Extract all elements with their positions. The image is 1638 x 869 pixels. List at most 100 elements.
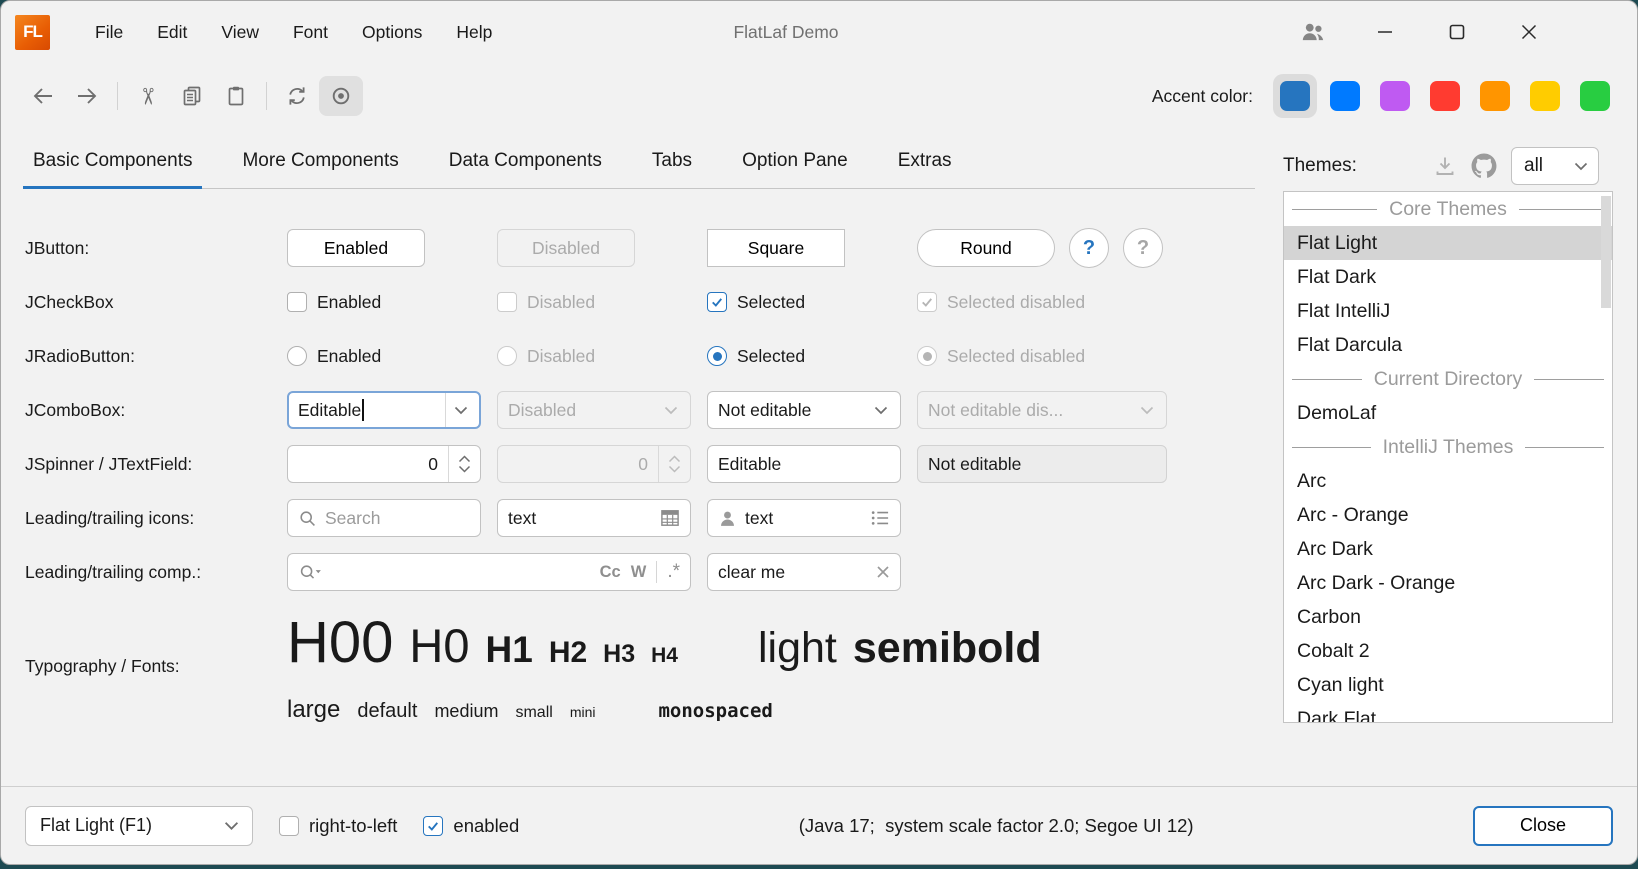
theme-item-flat-light[interactable]: Flat Light — [1284, 226, 1612, 260]
combobox-arrow-button[interactable] — [1568, 162, 1594, 171]
menu-item-edit[interactable]: Edit — [140, 1, 204, 63]
separator-line — [1525, 447, 1604, 448]
theme-item-dark-flat[interactable]: Dark Flat — [1284, 702, 1612, 723]
combobox-not-editable[interactable]: Not editable — [707, 391, 901, 429]
theme-item-arc-dark-orange[interactable]: Arc Dark - Orange — [1284, 566, 1612, 600]
radio-selected-disabled: Selected disabled — [917, 346, 1167, 367]
text-field-value: text — [745, 508, 773, 529]
maximize-button[interactable] — [1421, 1, 1493, 63]
github-icon[interactable] — [1471, 153, 1497, 179]
checkbox-icon — [287, 292, 307, 312]
accent-swatch-purple[interactable] — [1373, 74, 1417, 118]
tab-option-pane[interactable]: Option Pane — [734, 150, 856, 188]
theme-item-arc-orange[interactable]: Arc - Orange — [1284, 498, 1612, 532]
tab-basic-components[interactable]: Basic Components — [25, 150, 200, 188]
accent-swatch-blue[interactable] — [1323, 74, 1367, 118]
text-field-with-table-icon[interactable]: text — [497, 499, 691, 537]
copy-button[interactable] — [170, 76, 214, 116]
toolbar: ✂ — [1, 63, 1637, 129]
search-field-with-options[interactable]: Cc W .* — [287, 553, 691, 591]
match-case-button[interactable]: Cc — [600, 563, 621, 582]
tab-more-components[interactable]: More Components — [234, 150, 406, 188]
jcheckbox-row: JCheckBox Enabled Disabled Selected — [25, 275, 1255, 329]
textfield-editable[interactable]: Editable — [707, 445, 901, 483]
menu-item-file[interactable]: File — [78, 1, 140, 63]
regex-button[interactable]: .* — [667, 561, 680, 583]
clearable-field[interactable]: clear me — [707, 553, 901, 591]
combobox-arrow-button[interactable] — [866, 392, 896, 428]
scrollbar-thumb[interactable] — [1601, 196, 1611, 308]
users-button[interactable] — [1277, 1, 1349, 63]
whole-word-button[interactable]: W — [631, 563, 647, 582]
checkbox-enabled[interactable]: Enabled — [287, 292, 481, 313]
combobox-arrow-button[interactable] — [214, 821, 248, 831]
rtl-checkbox-label: right-to-left — [309, 815, 397, 837]
combobox-arrow-button[interactable] — [445, 393, 475, 427]
menu-item-font[interactable]: Font — [276, 1, 345, 63]
accent-swatch-red[interactable] — [1423, 74, 1467, 118]
round-button[interactable]: Round — [917, 229, 1055, 267]
back-button[interactable] — [21, 76, 65, 116]
rtl-checkbox[interactable]: right-to-left — [279, 815, 397, 837]
theme-item-demolaf[interactable]: DemoLaf — [1284, 396, 1612, 430]
clear-x-icon[interactable] — [876, 565, 890, 579]
spinner-disabled-value: 0 — [498, 454, 658, 475]
separator-label: Current Directory — [1362, 368, 1534, 391]
radio-selected[interactable]: Selected — [707, 346, 901, 367]
theme-item-flat-darcula[interactable]: Flat Darcula — [1284, 328, 1612, 362]
eye-target-icon — [329, 84, 353, 108]
inspect-toggle-button[interactable] — [319, 76, 363, 116]
accent-swatch-orange[interactable] — [1473, 74, 1517, 118]
leading-trailing-comp-row: Leading/trailing comp.: Cc W .* — [25, 545, 1255, 599]
theme-item-flat-dark[interactable]: Flat Dark — [1284, 260, 1612, 294]
tab-extras[interactable]: Extras — [890, 150, 960, 188]
close-window-button[interactable] — [1493, 1, 1565, 63]
forward-button[interactable] — [65, 76, 109, 116]
menu-item-options[interactable]: Options — [345, 1, 439, 63]
theme-item-flat-intellij[interactable]: Flat IntelliJ — [1284, 294, 1612, 328]
spinner-arrows[interactable] — [448, 446, 480, 482]
search-with-dropdown-icon[interactable] — [298, 563, 323, 582]
search-placeholder: Search — [325, 508, 380, 529]
download-icon[interactable] — [1433, 154, 1457, 178]
radio-enabled[interactable]: Enabled — [287, 346, 481, 367]
copy-icon — [180, 84, 204, 108]
semibold-weight-sample: semibold — [853, 624, 1042, 673]
minimize-button[interactable] — [1349, 1, 1421, 63]
tab-tabs[interactable]: Tabs — [644, 150, 700, 188]
refresh-button[interactable] — [275, 76, 319, 116]
leading-trailing-icons-label: Leading/trailing icons: — [25, 508, 271, 529]
paste-button[interactable] — [214, 76, 258, 116]
laf-combo[interactable]: Flat Light (F1) — [25, 806, 253, 846]
text-field-with-user-icon[interactable]: text — [707, 499, 901, 537]
theme-item-carbon[interactable]: Carbon — [1284, 600, 1612, 634]
checkbox-selected[interactable]: Selected — [707, 292, 901, 313]
search-option-buttons: Cc W .* — [600, 561, 680, 583]
combobox-editable[interactable]: Editable — [287, 391, 481, 429]
theme-item-cyan-light[interactable]: Cyan light — [1284, 668, 1612, 702]
accent-color-area: Accent color: — [1152, 74, 1617, 118]
theme-item-arc-dark[interactable]: Arc Dark — [1284, 532, 1612, 566]
close-button[interactable]: Close — [1473, 806, 1613, 846]
h4-sample: H4 — [651, 644, 678, 668]
themes-filter-combo[interactable]: all — [1511, 147, 1599, 185]
search-field[interactable]: Search — [287, 499, 481, 537]
enabled-checkbox[interactable]: enabled — [423, 815, 519, 837]
accent-swatch-default-blue[interactable] — [1273, 74, 1317, 118]
square-button[interactable]: Square — [707, 229, 845, 267]
spinner[interactable]: 0 — [287, 445, 481, 483]
menu-item-help[interactable]: Help — [439, 1, 509, 63]
tab-data-components[interactable]: Data Components — [441, 150, 610, 188]
themes-list[interactable]: Core Themes Flat LightFlat DarkFlat Inte… — [1283, 191, 1613, 723]
theme-item-arc[interactable]: Arc — [1284, 464, 1612, 498]
enabled-button[interactable]: Enabled — [287, 229, 425, 267]
accent-swatch-green[interactable] — [1573, 74, 1617, 118]
help-button[interactable]: ? — [1069, 228, 1109, 268]
chevron-down-icon — [874, 406, 888, 415]
menu-item-view[interactable]: View — [204, 1, 276, 63]
cut-button[interactable]: ✂ — [126, 76, 170, 116]
theme-item-cobalt-2[interactable]: Cobalt 2 — [1284, 634, 1612, 668]
small-font-sample: small — [515, 704, 552, 722]
accent-swatch-yellow[interactable] — [1523, 74, 1567, 118]
spinner-value[interactable]: 0 — [288, 454, 448, 475]
